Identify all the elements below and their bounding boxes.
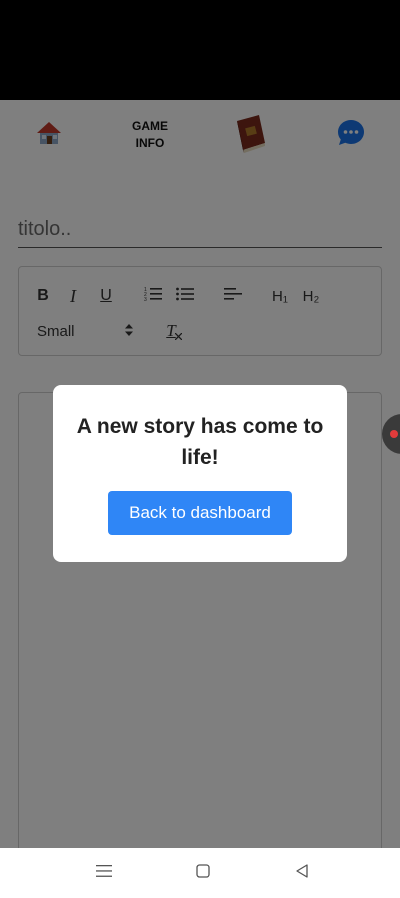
- system-nav-bar: [0, 848, 400, 898]
- dialog-title: A new story has come to life!: [76, 415, 324, 469]
- status-bar: [0, 0, 400, 100]
- square-home-icon: [196, 863, 210, 883]
- story-created-dialog: A new story has come to life! Back to da…: [53, 385, 347, 562]
- system-home-button[interactable]: [190, 860, 216, 886]
- recent-apps-button[interactable]: [91, 860, 117, 886]
- system-back-button[interactable]: [289, 860, 315, 886]
- record-dot-icon: [390, 430, 398, 438]
- triangle-back-icon: [295, 863, 309, 883]
- menu-icon: [96, 864, 112, 883]
- back-to-dashboard-button[interactable]: Back to dashboard: [108, 491, 292, 535]
